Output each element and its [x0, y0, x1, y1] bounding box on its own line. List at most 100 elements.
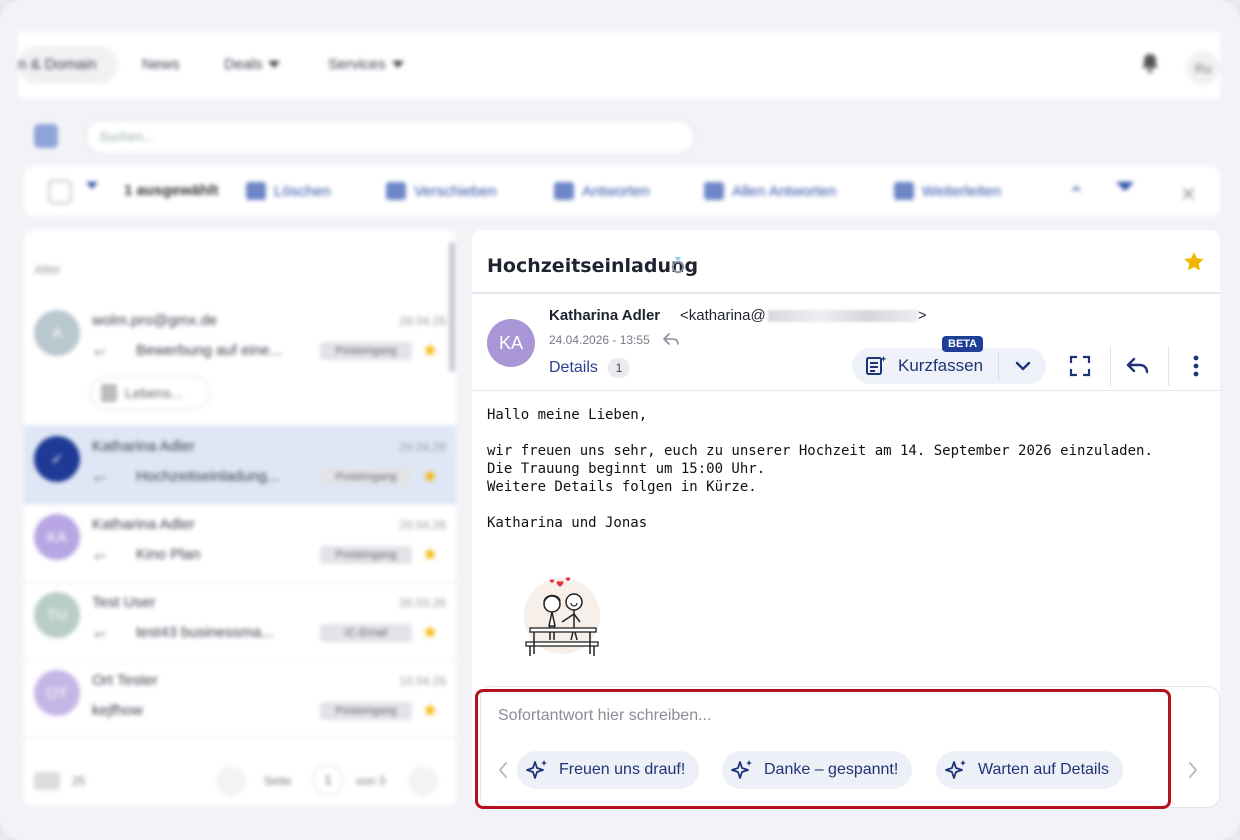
nav-item-domain-label: n & Domain: [18, 56, 97, 73]
page-total: von 3: [356, 774, 386, 788]
list-item[interactable]: OT Ort Tester 10.04.26 kejfhow Posteinga…: [24, 660, 456, 739]
folder-tag: Posteingang: [320, 702, 412, 720]
folder-tag: Posteingang: [320, 342, 412, 360]
reply-button[interactable]: Antworten: [554, 182, 650, 200]
nav-item-deals[interactable]: Deals: [224, 56, 281, 73]
attachment-label: Lebens...: [125, 385, 183, 401]
page-label: Seite: [264, 774, 292, 788]
ring-icon: [671, 257, 685, 274]
sender-avatar: OT: [34, 670, 80, 716]
reply-button[interactable]: [1118, 346, 1158, 386]
nav-item-domain[interactable]: n & Domain: [18, 56, 96, 73]
list-item[interactable]: KA Katharina Adler 20.04.26 ↩ Kino Plan …: [24, 504, 456, 583]
list-item-subject: Hochzeitseinladung...: [136, 468, 280, 485]
reply-label: Antworten: [582, 182, 650, 200]
body-line: wir freuen uns sehr, euch zu unserer Hoc…: [487, 443, 1153, 459]
body-line: Die Trauung beginnt um 15:00 Uhr.: [487, 461, 766, 477]
button-separator: [998, 352, 999, 380]
list-item-selected[interactable]: ✓ Katharina Adler 24.04.26 ↩ Hochzeitsei…: [24, 426, 456, 505]
pagination: 25 Seite 1 von 3: [24, 756, 456, 806]
star-icon[interactable]: ★: [422, 700, 438, 721]
sender-address-end: >: [917, 307, 927, 324]
next-button[interactable]: [1116, 182, 1134, 191]
previous-button[interactable]: ⌃: [1068, 182, 1085, 207]
body-signature: Katharina und Jonas: [487, 515, 648, 531]
mail-date: 24.04.2026 - 13:55: [549, 333, 650, 347]
list-item-sender: Ort Tester: [92, 672, 158, 689]
mail-toolbar: 1 ausgewählt Löschen Verschieben Antwort…: [24, 166, 1220, 216]
page-size-icon[interactable]: [34, 772, 60, 790]
reply-icon: ↩: [94, 548, 106, 564]
previous-page-button[interactable]: [216, 766, 246, 796]
star-icon[interactable]: ★: [422, 622, 438, 643]
wedding-couple-image: [524, 577, 600, 656]
header-divider: [1168, 346, 1169, 386]
sender-avatar-initial: KA: [46, 528, 67, 546]
chevron-right-icon[interactable]: [1187, 761, 1199, 779]
summarize-button[interactable]: Kurzfassen: [852, 348, 998, 384]
star-icon[interactable]: ★: [422, 466, 438, 487]
attachment-chip[interactable]: Lebens...: [90, 376, 210, 410]
list-item[interactable]: A wolm.pro@gmx.de 28.04.26 ↩ Bewerbung a…: [24, 300, 456, 425]
chevron-down-icon[interactable]: [1004, 352, 1042, 380]
delete-button[interactable]: Löschen: [246, 182, 331, 200]
page-number[interactable]: 1: [312, 764, 344, 796]
reply-icon: [1126, 357, 1149, 374]
summarize-label: Kurzfassen: [898, 356, 984, 375]
reply-all-button[interactable]: Allen Antworten: [704, 182, 836, 200]
chevron-up-icon: ⌃: [1068, 184, 1085, 206]
summary-sparkle-icon: [866, 356, 887, 375]
message-list: Alter A wolm.pro@gmx.de 28.04.26 ↩ Bewer…: [24, 230, 456, 806]
redacted-domain: [767, 309, 918, 322]
select-dropdown[interactable]: [86, 182, 98, 189]
reply-icon: [554, 182, 574, 200]
sender-avatar: KA: [34, 514, 80, 560]
details-toggle[interactable]: Details 1: [549, 358, 630, 378]
fullscreen-button[interactable]: [1060, 346, 1100, 386]
bell-icon[interactable]: [1140, 52, 1160, 74]
sender-avatar-initial: TU: [47, 606, 67, 624]
sender-avatar-initial: OT: [46, 684, 68, 702]
close-icon: ✕: [1180, 184, 1197, 206]
list-item-date: 10.04.26: [399, 674, 446, 688]
header-divider: [1110, 346, 1111, 386]
user-avatar[interactable]: Ru: [1186, 51, 1220, 85]
sender-avatar: TU: [34, 592, 80, 638]
search-row: Suchen...: [18, 112, 1220, 160]
forward-icon: [894, 182, 914, 200]
mail-subject: Hochzeitseinladung: [487, 255, 699, 277]
details-count: 1: [607, 358, 630, 378]
sender-avatar: A: [34, 310, 80, 356]
list-item-sender: Katharina Adler: [92, 438, 195, 455]
selected-count: 1 ausgewählt: [124, 182, 218, 199]
nav-item-news-label: News: [142, 56, 180, 73]
star-icon[interactable]: ★: [422, 340, 438, 361]
star-icon[interactable]: ★: [422, 544, 438, 565]
folder-tag: IC-Email: [320, 624, 412, 642]
forward-button[interactable]: Weiterleiten: [894, 182, 1001, 200]
sender-avatar-initials: KA: [498, 332, 523, 353]
chevron-down-icon: [268, 61, 281, 68]
folder-move-icon: [386, 182, 406, 200]
next-page-button[interactable]: [408, 766, 438, 796]
user-avatar-initials: Ru: [1194, 60, 1212, 76]
beta-badge: BETA: [942, 336, 984, 352]
select-all-checkbox[interactable]: [48, 180, 72, 204]
move-button[interactable]: Verschieben: [386, 182, 497, 200]
search-input[interactable]: Suchen...: [86, 120, 694, 154]
nav-item-services[interactable]: Services: [328, 56, 404, 73]
list-item-sender: wolm.pro@gmx.de: [92, 312, 218, 329]
star-icon[interactable]: [1182, 250, 1206, 274]
list-scrollbar[interactable]: [449, 242, 455, 372]
grid-icon[interactable]: [34, 124, 58, 148]
list-item[interactable]: TU Test User 26.03.26 ↩ test43 businessm…: [24, 582, 456, 661]
close-button[interactable]: ✕: [1180, 182, 1197, 207]
forward-label: Weiterleiten: [922, 182, 1001, 200]
list-item-subject: Bewerbung auf eine...: [136, 342, 282, 359]
more-options-button[interactable]: [1176, 346, 1216, 386]
list-item-date: 26.03.26: [399, 596, 446, 610]
reply-icon: ↩: [94, 626, 106, 642]
sender-address: <katharina@ >: [680, 307, 926, 324]
list-filter-label: Alter: [34, 262, 61, 277]
nav-item-news[interactable]: News: [142, 56, 180, 73]
